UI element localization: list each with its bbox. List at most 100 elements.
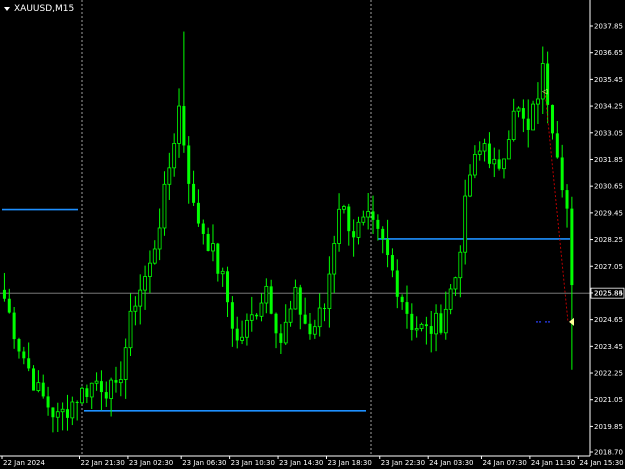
- candle-body-bull: [70, 401, 75, 419]
- price-tick-label: 2022.25: [594, 370, 623, 378]
- price-tick-label: 2023.45: [594, 343, 623, 351]
- candle-body-bull: [506, 139, 511, 160]
- time-tick-label: 23 Jan 10:30: [231, 459, 275, 467]
- candle-body-bull: [511, 110, 516, 140]
- candle-body-bear: [376, 219, 380, 229]
- price-tick-label: 2029.45: [594, 209, 623, 217]
- candle-body-bull: [123, 347, 128, 380]
- price-tick-label: 2037.85: [594, 23, 623, 31]
- price-tick-label: 2030.65: [594, 183, 623, 191]
- candle-body-bear: [279, 333, 283, 343]
- candle-body-bear: [410, 313, 414, 330]
- candle-body-bull: [220, 270, 225, 275]
- candle-body-bull: [337, 208, 341, 244]
- candle-body-bull: [148, 262, 152, 277]
- candle-body-bear: [274, 313, 278, 334]
- candle-body-bear: [46, 396, 50, 408]
- candle-body-bull: [317, 307, 322, 328]
- candle-body-bear: [206, 233, 210, 251]
- chart-symbol-title[interactable]: XAUUSD,M15: [4, 2, 74, 16]
- candle-body-bear: [308, 323, 312, 335]
- candle-body-bear: [32, 368, 36, 391]
- candle-body-bear: [521, 108, 525, 119]
- candle-body-bear: [570, 208, 574, 286]
- candle-body-bull: [414, 328, 419, 331]
- candle-body-bull: [492, 158, 497, 165]
- candle-body-bull: [143, 276, 147, 291]
- candle-body-bear: [17, 339, 21, 352]
- candle-body-bull: [477, 150, 482, 155]
- chart-window[interactable]: XAUUSD,M15 2025.84 ◁ 2037.85 2036.65 2035.…: [0, 0, 625, 469]
- candle-body-bear: [298, 287, 302, 315]
- candle-body-bull: [167, 167, 172, 185]
- candle-body-bull: [312, 326, 317, 335]
- candle-body-bull: [453, 277, 458, 290]
- candle-body-bear: [75, 401, 79, 403]
- time-tick-label: 23 Jan 22:30: [381, 459, 425, 467]
- candle-body-bear: [424, 324, 428, 327]
- candle-body-bear: [303, 314, 307, 324]
- candle-body-bear: [429, 326, 433, 334]
- time-tick-label: 23 Jan 18:30: [327, 459, 371, 467]
- candle-body-bull: [531, 103, 535, 131]
- candle-body-bear: [323, 308, 327, 310]
- candle-body-bull: [458, 251, 463, 279]
- candle-body-bull: [89, 382, 94, 398]
- candle-body-bear: [400, 296, 404, 303]
- candle-body-bear: [7, 298, 11, 313]
- price-tick-label: 2027.05: [594, 263, 623, 271]
- candle-body-bull: [356, 221, 361, 238]
- candle-body-bear: [347, 206, 351, 232]
- candle-body-bull: [259, 302, 264, 317]
- candle-body-bear: [235, 328, 239, 341]
- time-tick-label: 23 Jan 02:30: [129, 459, 173, 467]
- candle-body-bull: [94, 380, 99, 384]
- candle-body-bull: [516, 107, 521, 112]
- candle-body-bull: [249, 314, 254, 321]
- candle-body-bear: [196, 202, 200, 224]
- time-tick-label: 23 Jan 14:30: [279, 459, 323, 467]
- candle-body-bear: [381, 228, 385, 240]
- candle-body-bull: [118, 379, 123, 384]
- candle-body-bull: [448, 288, 453, 310]
- candle-body-bear: [104, 392, 108, 399]
- price-tick-label: 2031.85: [594, 156, 623, 164]
- candle-body-bear: [555, 133, 559, 158]
- candle-body-bear: [560, 157, 564, 191]
- candle-body-bear: [390, 255, 394, 271]
- candle-body-bear: [99, 381, 103, 393]
- price-chart[interactable]: 2025.84 ◁ 2037.85 2036.65 2035.45 2034.25 20…: [0, 0, 625, 469]
- candle-body-bull: [264, 285, 269, 304]
- candle-body-bear: [27, 358, 31, 369]
- candle-body-bull: [177, 105, 181, 144]
- candle-body-bear: [255, 314, 259, 317]
- candle-body-bear: [565, 190, 569, 209]
- candle-body-bull: [172, 142, 177, 169]
- candle-body-bull: [468, 174, 472, 197]
- candle-body-bull: [288, 308, 293, 323]
- candle-body-bull: [60, 408, 65, 413]
- candle-body-bull: [419, 323, 424, 329]
- trade-line: [544, 91, 569, 322]
- price-tick-label: 2018.70: [594, 449, 623, 457]
- dropdown-triangle-icon[interactable]: [4, 7, 10, 11]
- price-tick-label: 2028.25: [594, 236, 623, 244]
- price-tick-label: 2034.25: [594, 103, 623, 111]
- candle-body-bear: [65, 409, 69, 418]
- candle-body-bear: [439, 313, 443, 333]
- candle-body-bull: [245, 319, 249, 338]
- candle-body-bull: [443, 308, 448, 334]
- candle-body-bull: [109, 379, 114, 399]
- price-tick-label: 2025.85: [594, 289, 623, 297]
- time-tick-label: 22 Jan 21:30: [80, 459, 124, 467]
- candle-body-bear: [546, 63, 550, 105]
- candle-body-bear: [269, 286, 273, 314]
- time-tick-label: 24 Jan 15:30: [579, 459, 623, 467]
- candle-body-bull: [327, 273, 332, 310]
- candle-body-bull: [128, 310, 133, 349]
- price-tick-label: 2019.85: [594, 423, 623, 431]
- candle-body-bull: [463, 195, 468, 253]
- time-tick-label: 24 Jan 07:30: [482, 459, 526, 467]
- price-tick-label: 2024.65: [594, 316, 623, 324]
- price-tick-label: 2033.05: [594, 129, 623, 137]
